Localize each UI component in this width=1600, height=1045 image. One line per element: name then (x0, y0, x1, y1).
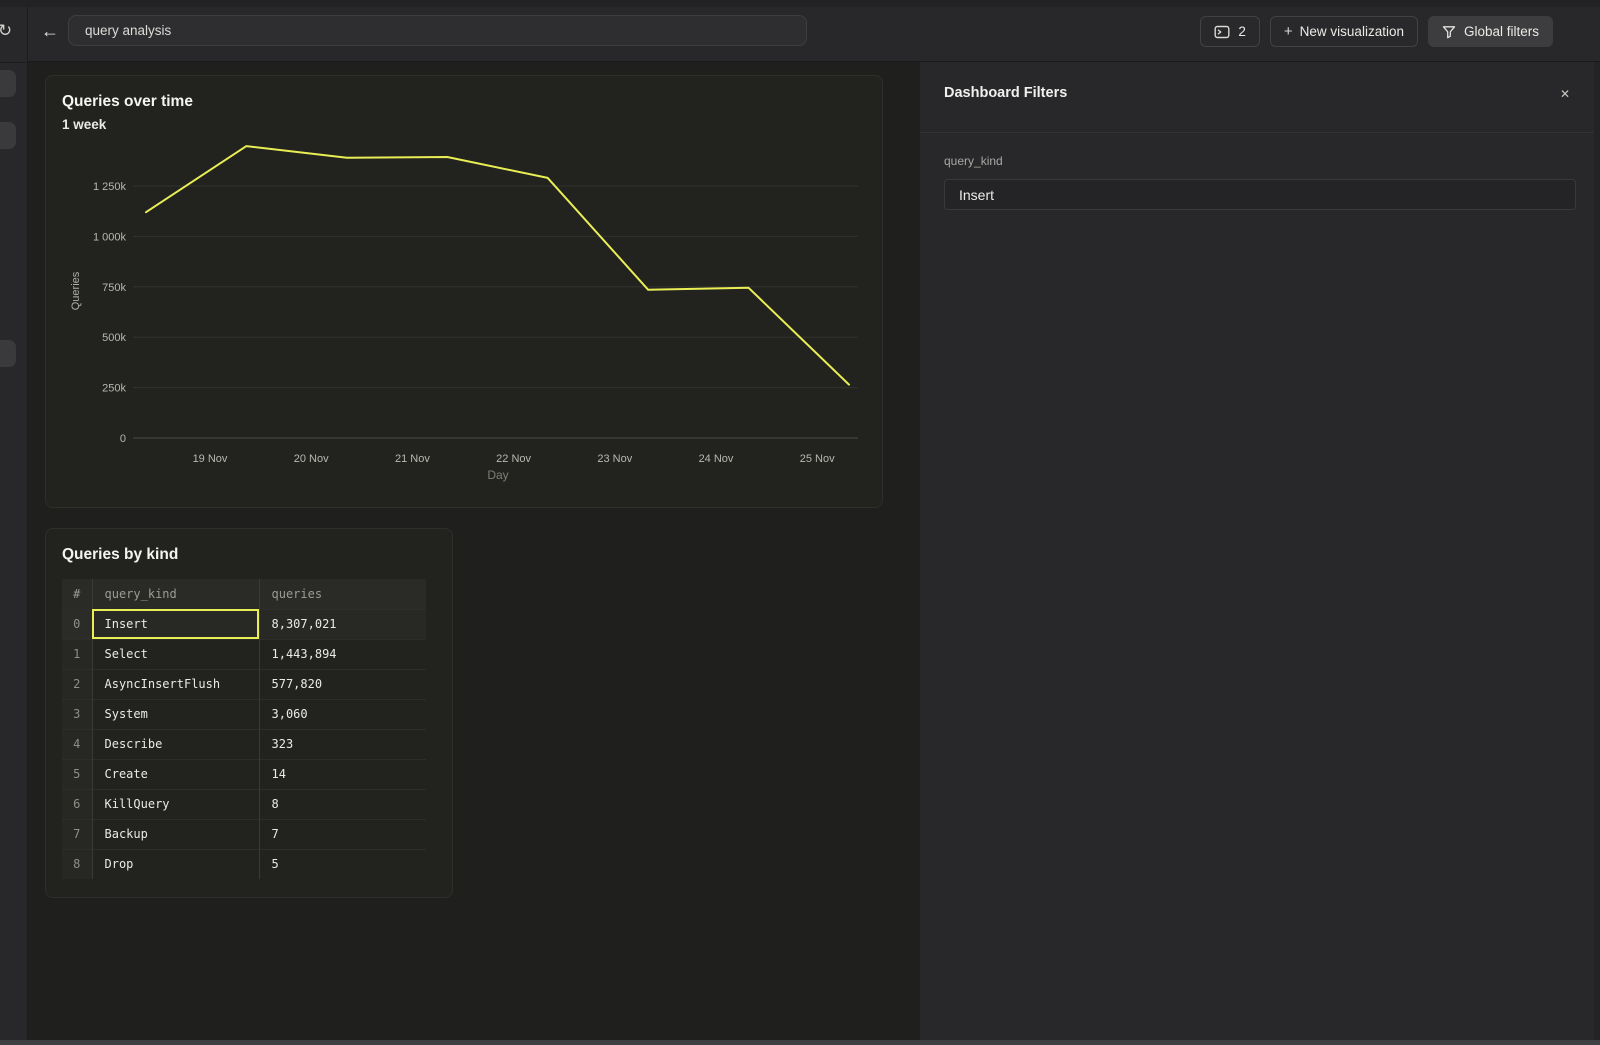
table-row: 1Select1,443,894 (62, 639, 426, 669)
row-index-cell: 0 (62, 609, 92, 639)
sidebar-divider (0, 62, 28, 63)
query-kind-cell[interactable]: Select (92, 639, 259, 669)
close-icon[interactable]: ✕ (1555, 84, 1575, 104)
queries-count-cell: 5 (259, 849, 426, 879)
x-tick-label: 24 Nov (699, 453, 734, 465)
filters-panel-title: Dashboard Filters (944, 85, 1067, 101)
table-row: 7Backup7 (62, 819, 426, 849)
queries-count-cell: 8 (259, 789, 426, 819)
query-kind-cell[interactable]: Insert (92, 609, 259, 639)
query-kind-cell[interactable]: Describe (92, 729, 259, 759)
dashboard-title-input[interactable] (68, 15, 807, 46)
query-kind-cell[interactable]: Backup (92, 819, 259, 849)
queries-count-cell: 323 (259, 729, 426, 759)
column-header-index: # (62, 579, 92, 609)
table-row: 3System3,060 (62, 699, 426, 729)
row-index-cell: 3 (62, 699, 92, 729)
sql-console-icon (1214, 25, 1230, 39)
queries-count-cell: 14 (259, 759, 426, 789)
window-top-strip (0, 0, 1600, 7)
queries-count-cell: 7 (259, 819, 426, 849)
dashboard-canvas: Queries over time 1 week 0250k500k750k1 … (28, 62, 920, 1045)
queries-by-kind-card: Queries by kind #query_kindqueries 0Inse… (45, 528, 453, 898)
queries-count-cell: 3,060 (259, 699, 426, 729)
query-kind-filter-select[interactable]: Insert (944, 179, 1576, 210)
sidebar-item-dashboard-active[interactable] (0, 70, 16, 97)
query-kind-cell[interactable]: AsyncInsertFlush (92, 669, 259, 699)
queries-over-time-card: Queries over time 1 week 0250k500k750k1 … (45, 75, 883, 508)
top-bar: ← 2 + New visualization Global filters (28, 0, 1600, 62)
topbar-actions: 2 + New visualization Global filters (1200, 16, 1553, 47)
global-filters-label: Global filters (1464, 24, 1539, 39)
x-tick-label: 25 Nov (800, 453, 835, 465)
row-index-cell: 5 (62, 759, 92, 789)
funnel-icon (1442, 25, 1456, 39)
table-row: 5Create14 (62, 759, 426, 789)
table-row: 2AsyncInsertFlush577,820 (62, 669, 426, 699)
chart-x-tick-labels: 19 Nov 20 Nov 21 Nov 22 Nov 23 Nov 24 Nov 25 N… (193, 453, 836, 465)
y-tick-label: 0 (120, 433, 126, 445)
left-sidebar: ↻ (0, 0, 28, 1045)
query-kind-cell[interactable]: KillQuery (92, 789, 259, 819)
queries-count-cell: 1,443,894 (259, 639, 426, 669)
table-row: 8Drop5 (62, 849, 426, 879)
history-icon[interactable]: ↻ (0, 20, 16, 42)
table-body: 0Insert8,307,0211Select1,443,8942AsyncIn… (62, 609, 426, 879)
horizontal-scrollbar[interactable] (0, 1040, 1600, 1045)
y-tick-label: 250k (102, 383, 126, 395)
query-kind-cell[interactable]: Create (92, 759, 259, 789)
column-header-queries: queries (259, 579, 426, 609)
queries-series-line (146, 146, 849, 385)
queries-table: #query_kindqueries 0Insert8,307,0211Sele… (62, 579, 426, 879)
x-tick-label: 21 Nov (395, 453, 430, 465)
table-row: 0Insert8,307,021 (62, 609, 426, 639)
dashboard-filters-panel: Dashboard Filters ✕ query_kind Insert (920, 62, 1600, 1045)
x-tick-label: 20 Nov (294, 453, 329, 465)
y-tick-label: 750k (102, 282, 126, 294)
table-row: 4Describe323 (62, 729, 426, 759)
query-kind-cell[interactable]: System (92, 699, 259, 729)
panel-divider (920, 132, 1594, 133)
row-index-cell: 6 (62, 789, 92, 819)
y-axis-title: Queries (70, 271, 82, 310)
table-row: 6KillQuery8 (62, 789, 426, 819)
global-filters-button[interactable]: Global filters (1428, 16, 1553, 47)
x-tick-label: 22 Nov (496, 453, 531, 465)
chart-gridlines (133, 186, 858, 438)
queries-count-cell: 8,307,021 (259, 609, 426, 639)
filter-field-label: query_kind (944, 154, 1003, 168)
row-index-cell: 2 (62, 669, 92, 699)
query-kind-filter-value: Insert (959, 187, 994, 203)
new-visualization-button[interactable]: + New visualization (1270, 16, 1418, 47)
query-kind-cell[interactable]: Drop (92, 849, 259, 879)
y-tick-label: 1 000k (93, 231, 127, 243)
console-count: 2 (1238, 24, 1246, 39)
row-index-cell: 7 (62, 819, 92, 849)
x-tick-label: 23 Nov (597, 453, 632, 465)
chart-y-tick-labels: 0 250k 500k 750k 1 000k 1 250k (93, 181, 127, 445)
table-header-row: #query_kindqueries (62, 579, 426, 609)
table-title: Queries by kind (62, 546, 178, 564)
queries-line-chart: 0 250k 500k 750k 1 000k 1 250k 19 Nov 20 Nov 21… (46, 76, 884, 509)
back-arrow-icon[interactable]: ← (40, 21, 60, 41)
new-visualization-label: New visualization (1300, 24, 1404, 39)
column-header-query_kind: query_kind (92, 579, 259, 609)
sidebar-item-2[interactable] (0, 122, 16, 149)
sql-console-count-button[interactable]: 2 (1200, 16, 1260, 47)
queries-count-cell: 577,820 (259, 669, 426, 699)
row-index-cell: 4 (62, 729, 92, 759)
x-tick-label: 19 Nov (193, 453, 228, 465)
row-index-cell: 1 (62, 639, 92, 669)
plus-icon: + (1284, 23, 1293, 40)
x-axis-title: Day (487, 468, 508, 482)
y-tick-label: 500k (102, 332, 126, 344)
row-index-cell: 8 (62, 849, 92, 879)
sidebar-item-3[interactable] (0, 340, 16, 367)
y-tick-label: 1 250k (93, 181, 127, 193)
